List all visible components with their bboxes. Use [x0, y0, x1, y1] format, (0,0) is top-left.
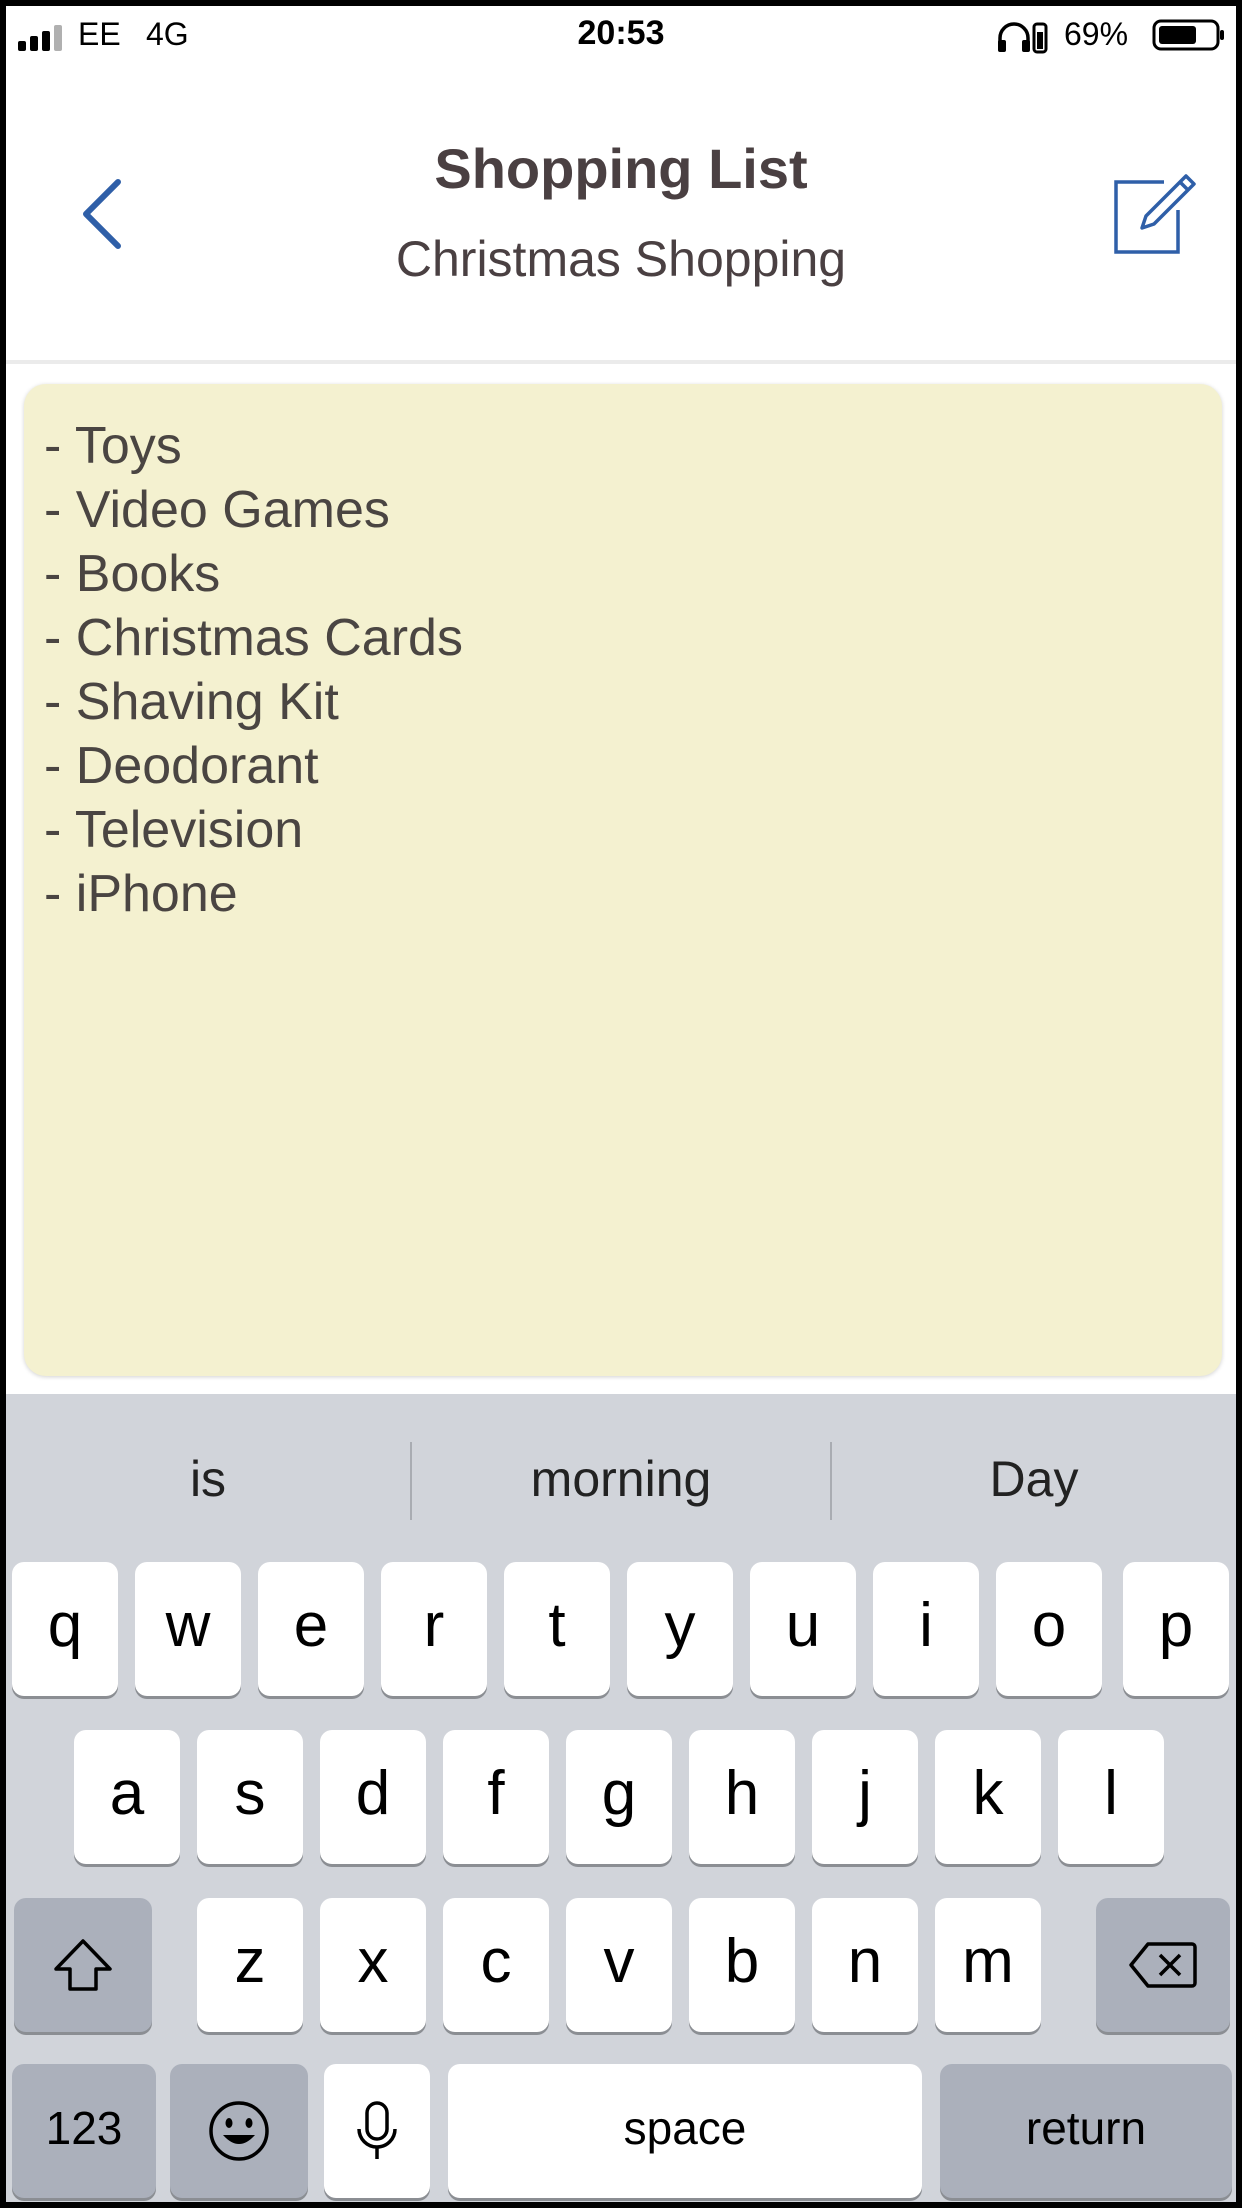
- key-s[interactable]: s: [197, 1730, 303, 1864]
- microphone-key[interactable]: [324, 2064, 430, 2198]
- key-a[interactable]: a: [74, 1730, 180, 1864]
- key-x[interactable]: x: [320, 1898, 426, 2032]
- list-item: - Television: [44, 801, 304, 859]
- key-m[interactable]: m: [935, 1898, 1041, 2032]
- emoji-key[interactable]: [170, 2064, 308, 2198]
- suggestion-3[interactable]: Day: [832, 1450, 1236, 1520]
- key-d[interactable]: d: [320, 1730, 426, 1864]
- key-n[interactable]: n: [812, 1898, 918, 2032]
- key-z[interactable]: z: [197, 1898, 303, 2032]
- key-h[interactable]: h: [689, 1730, 795, 1864]
- suggestion-2[interactable]: morning: [412, 1450, 830, 1520]
- list-item: - iPhone: [44, 865, 238, 923]
- backspace-icon: [1129, 1942, 1197, 1988]
- list-item: - Toys: [44, 417, 182, 475]
- microphone-icon: [357, 2101, 397, 2159]
- page-title: Shopping List: [434, 137, 808, 200]
- key-o[interactable]: o: [996, 1562, 1102, 1696]
- list-item: - Video Games: [44, 481, 390, 539]
- key-f[interactable]: f: [443, 1730, 549, 1864]
- shift-arrow-icon: [54, 1939, 112, 1991]
- return-key[interactable]: return: [940, 2064, 1232, 2198]
- keyboard: is morning Day q w e r t y u i o p a s d…: [6, 1394, 1236, 2202]
- key-y[interactable]: y: [627, 1562, 733, 1696]
- list-item: - Christmas Cards: [44, 609, 463, 667]
- list-item: - Books: [44, 545, 221, 603]
- key-g[interactable]: g: [566, 1730, 672, 1864]
- battery-icon: [1152, 19, 1224, 51]
- key-k[interactable]: k: [935, 1730, 1041, 1864]
- navigation-bar: [6, 64, 1236, 364]
- key-b[interactable]: b: [689, 1898, 795, 2032]
- key-i[interactable]: i: [873, 1562, 979, 1696]
- headphones-icon: [998, 22, 1048, 54]
- screen: EE 4G 20:53 69% Shopping List Christmas …: [6, 6, 1236, 2202]
- key-p[interactable]: p: [1123, 1562, 1229, 1696]
- battery-percentage: 69%: [1064, 16, 1129, 52]
- key-q[interactable]: q: [12, 1562, 118, 1696]
- page-subtitle: Christmas Shopping: [395, 231, 847, 287]
- key-v[interactable]: v: [566, 1898, 672, 2032]
- key-r[interactable]: r: [381, 1562, 487, 1696]
- status-bar: EE 4G 20:53 69%: [6, 6, 1236, 64]
- key-j[interactable]: j: [812, 1730, 918, 1864]
- emoji-icon: [209, 2101, 269, 2161]
- nav-divider: [6, 360, 1236, 364]
- list-item: - Deodorant: [44, 737, 319, 795]
- delete-key[interactable]: [1096, 1898, 1230, 2032]
- suggestion-1[interactable]: is: [6, 1450, 410, 1520]
- key-u[interactable]: u: [750, 1562, 856, 1696]
- key-t[interactable]: t: [504, 1562, 610, 1696]
- numbers-key[interactable]: 123: [12, 2064, 156, 2198]
- space-key[interactable]: space: [448, 2064, 922, 2198]
- key-l[interactable]: l: [1058, 1730, 1164, 1864]
- key-e[interactable]: e: [258, 1562, 364, 1696]
- status-time: 20:53: [577, 14, 665, 52]
- compose-icon[interactable]: [1112, 170, 1198, 256]
- note-text-area[interactable]: - Toys - Video Games - Books - Christmas…: [24, 384, 1222, 1376]
- key-c[interactable]: c: [443, 1898, 549, 2032]
- key-w[interactable]: w: [135, 1562, 241, 1696]
- shift-key[interactable]: [14, 1898, 152, 2032]
- list-item: - Shaving Kit: [44, 673, 339, 731]
